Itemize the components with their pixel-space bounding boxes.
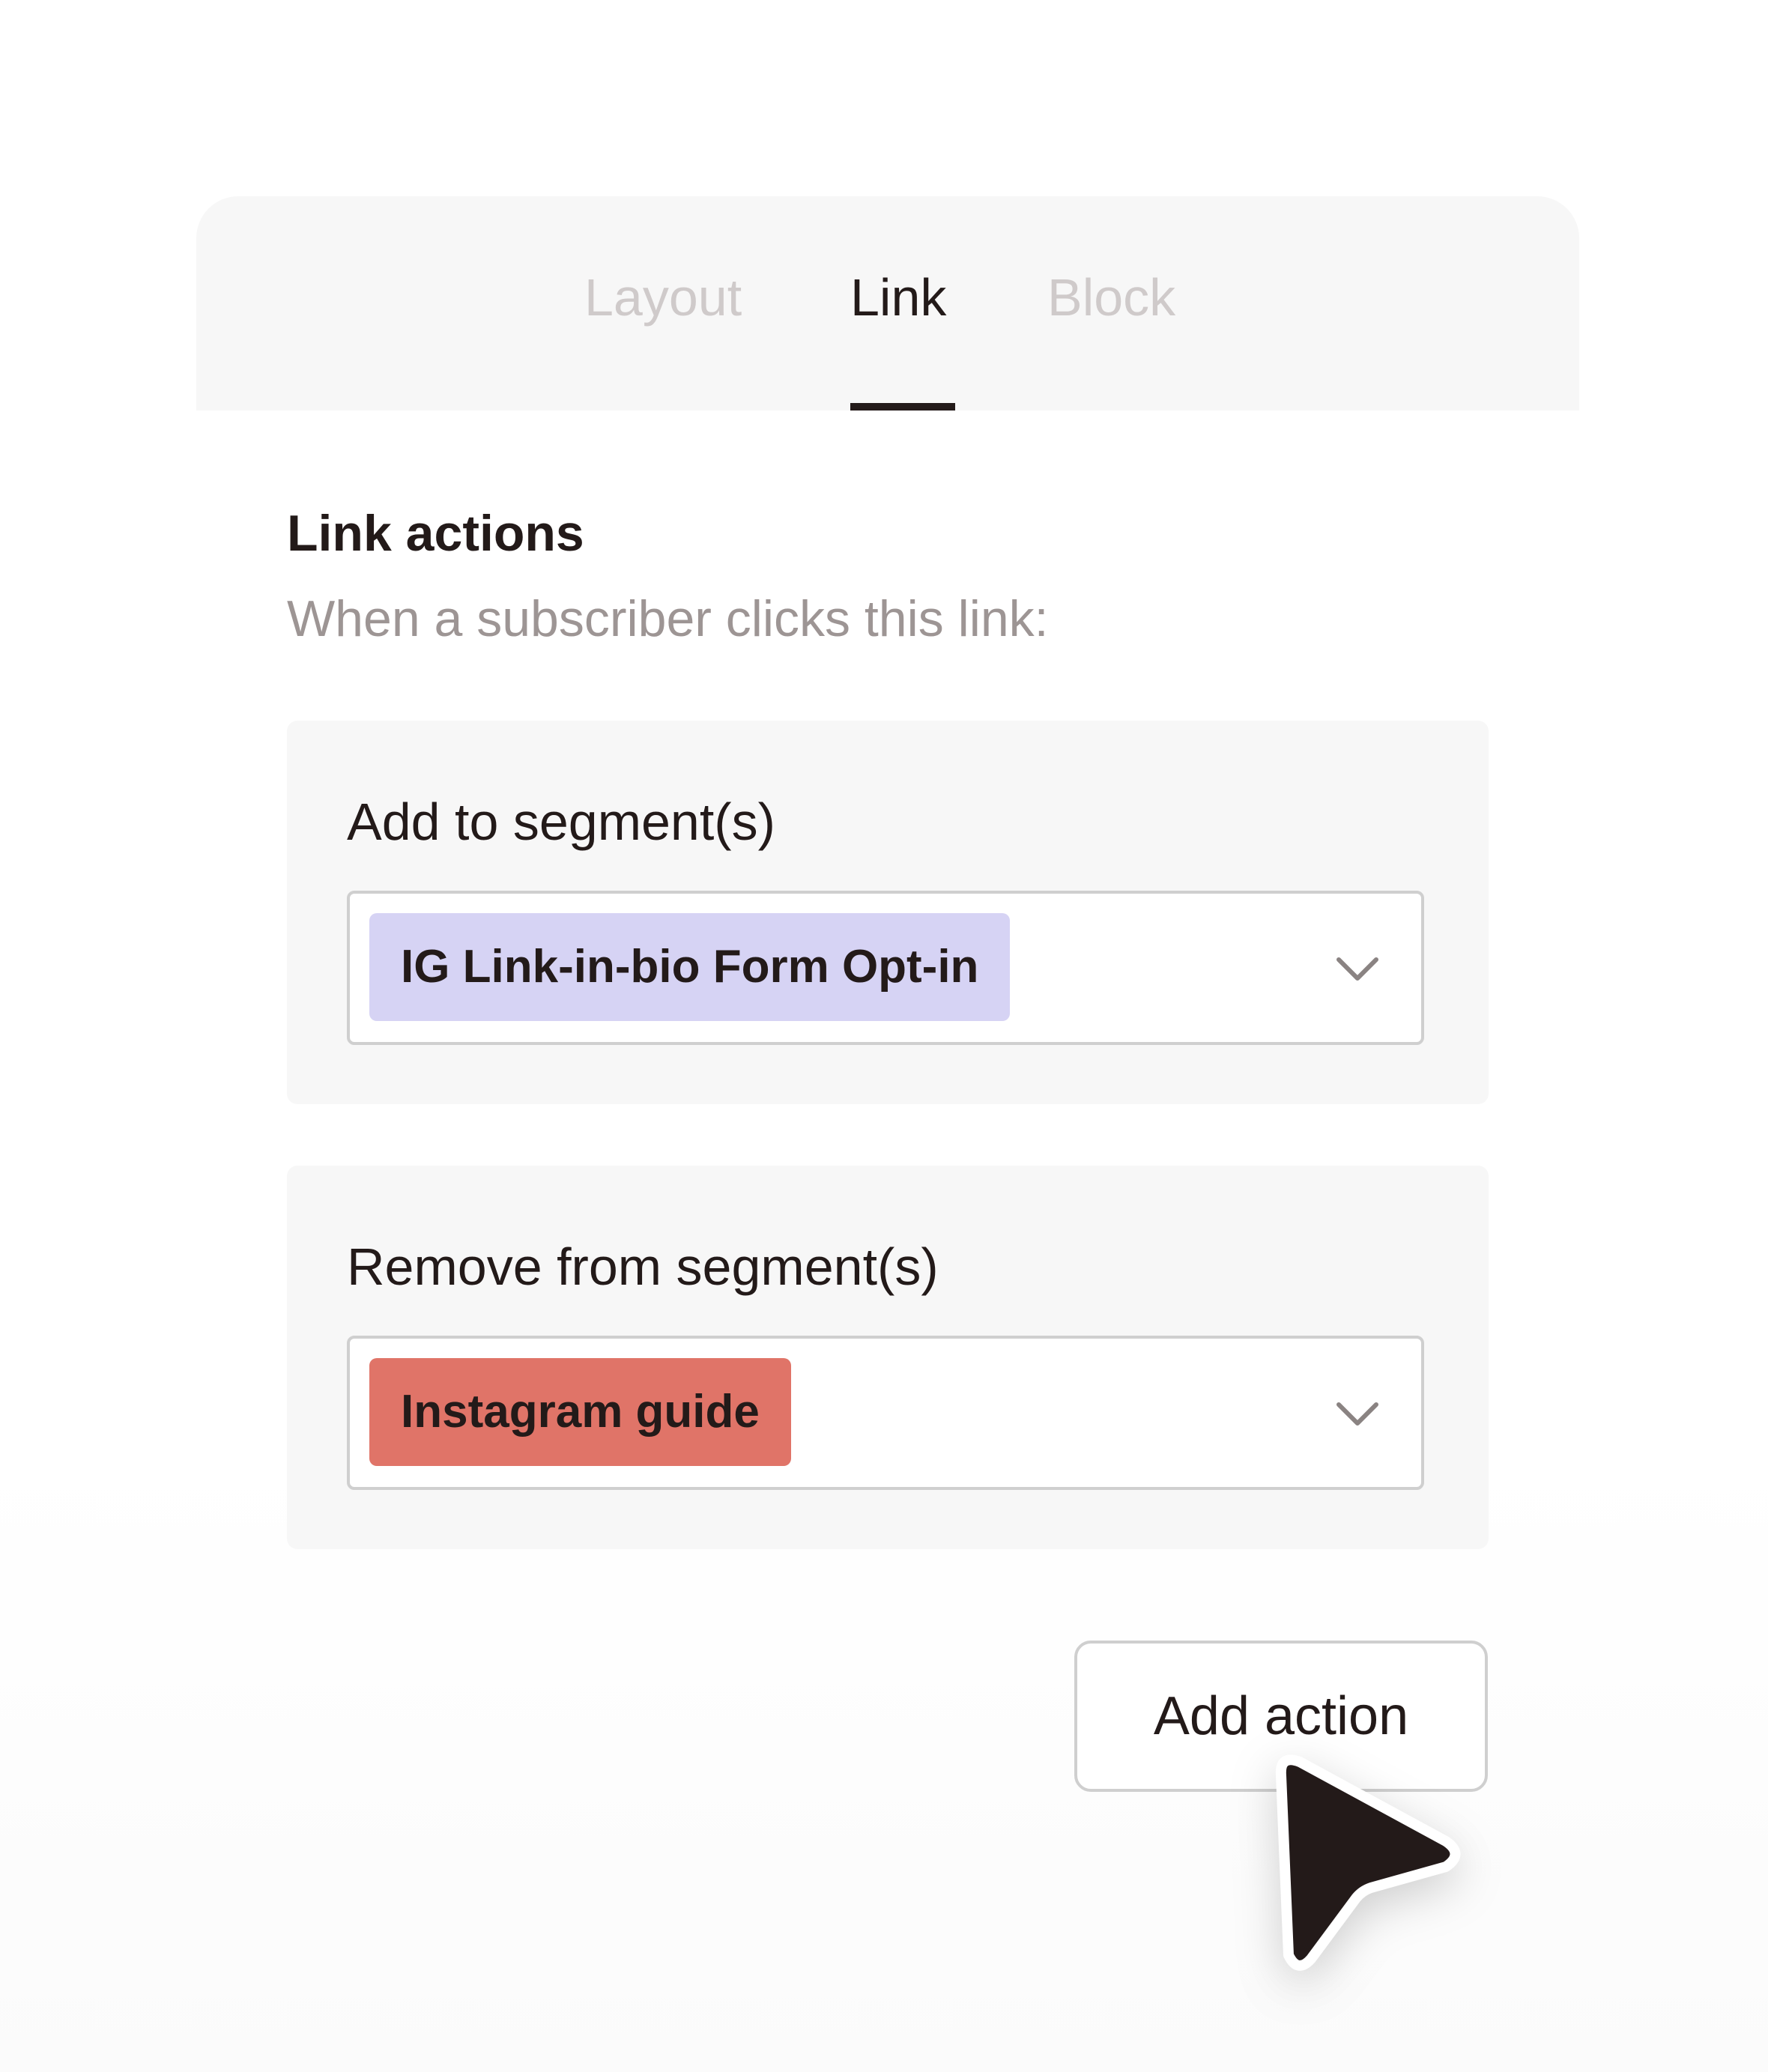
add-segment-select[interactable]: IG Link-in-bio Form Opt-in <box>347 891 1424 1045</box>
section-subtitle: When a subscriber clicks this link: <box>287 590 1049 647</box>
tab-block[interactable]: Block <box>1047 271 1175 324</box>
mouse-pointer-icon <box>1275 1754 1461 1971</box>
segment-chip-add[interactable]: IG Link-in-bio Form Opt-in <box>369 913 1011 1021</box>
link-settings-panel: Layout Link Block Link actions When a su… <box>0 0 1768 2072</box>
add-to-segment-label: Add to segment(s) <box>347 793 775 851</box>
segment-chip-remove[interactable]: Instagram guide <box>369 1358 791 1466</box>
add-to-segment-card: Add to segment(s) IG Link-in-bio Form Op… <box>287 721 1489 1104</box>
tab-layout[interactable]: Layout <box>584 271 742 324</box>
remove-from-segment-card: Remove from segment(s) Instagram guide <box>287 1166 1489 1549</box>
chevron-down-icon[interactable] <box>1333 945 1382 994</box>
active-tab-indicator <box>850 403 955 411</box>
tab-bar: Layout Link Block <box>196 196 1579 411</box>
chevron-down-icon[interactable] <box>1333 1390 1382 1439</box>
tab-link[interactable]: Link <box>850 271 946 324</box>
remove-segment-select[interactable]: Instagram guide <box>347 1336 1424 1490</box>
remove-from-segment-label: Remove from segment(s) <box>347 1238 939 1296</box>
section-title: Link actions <box>287 505 584 562</box>
